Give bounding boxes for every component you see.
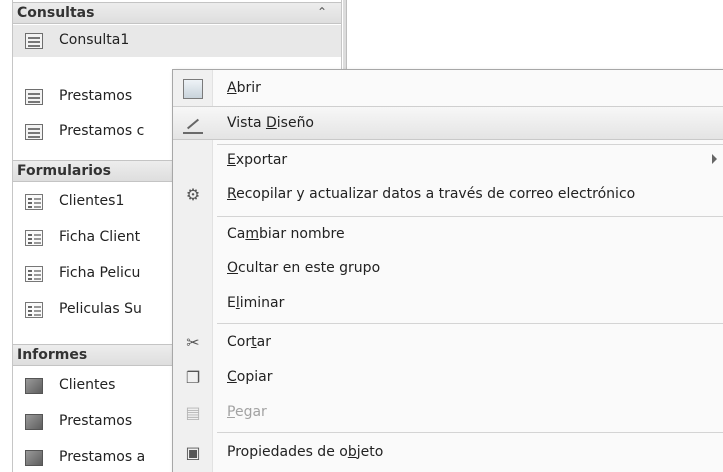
group-header-consultas[interactable]: Consultas ⌃ <box>13 2 341 24</box>
group-title: Formularios <box>17 163 111 179</box>
menu-item-label: Pegar <box>227 404 267 420</box>
menu-item-copy[interactable]: ❐ Copiar <box>173 361 723 395</box>
menu-item-label: Ocultar en este grupo <box>227 260 381 276</box>
copy-icon: ❐ <box>185 368 201 387</box>
open-icon <box>183 79 203 99</box>
menu-item-label: Eliminar <box>227 295 285 311</box>
report-icon <box>25 378 43 394</box>
query-icon <box>25 33 43 49</box>
query-icon <box>25 89 43 105</box>
menu-item-delete[interactable]: Eliminar <box>173 287 723 321</box>
group-title: Informes <box>17 347 88 363</box>
menu-item-collect-data[interactable]: ⚙ Recopilar y actualizar datos a través … <box>173 178 723 212</box>
menu-item-label: Exportar <box>227 152 288 168</box>
paste-icon: ▤ <box>185 403 201 422</box>
form-icon <box>25 266 43 282</box>
form-icon <box>25 194 43 210</box>
scissors-icon: ✂ <box>186 333 200 352</box>
menu-item-rename[interactable]: Cambiar nombre <box>173 218 723 252</box>
menu-item-paste: ▤ Pegar <box>173 396 723 430</box>
menu-item-label: Cambiar nombre <box>227 226 345 242</box>
nav-item-label: Consulta1 <box>59 32 130 48</box>
context-menu: Abrir Vista Diseño Exportar ⚙ Recopilar … <box>172 69 723 472</box>
email-gears-icon: ⚙ <box>185 185 201 204</box>
nav-item-label: Prestamos c <box>59 123 145 139</box>
menu-item-label: Cortar <box>227 334 271 350</box>
nav-item-label: Peliculas Su <box>59 301 142 317</box>
nav-item-label: Prestamos <box>59 88 133 104</box>
nav-item-label: Prestamos <box>59 413 133 429</box>
form-icon <box>25 302 43 318</box>
nav-item-label: Clientes1 <box>59 193 125 209</box>
menu-item-hide-in-group[interactable]: Ocultar en este grupo <box>173 252 723 286</box>
menu-item-design-view[interactable]: Vista Diseño <box>173 106 723 140</box>
menu-item-object-properties[interactable]: ▣ Propiedades de objeto <box>173 436 723 470</box>
nav-item-label: Prestamos a <box>59 449 146 465</box>
menu-separator <box>217 216 723 217</box>
menu-item-label: Abrir <box>227 80 261 96</box>
menu-item-export[interactable]: Exportar <box>173 144 723 178</box>
menu-item-label: Recopilar y actualizar datos a través de… <box>227 186 636 202</box>
collapse-chevron-icon[interactable]: ⌃ <box>317 5 327 19</box>
report-icon <box>25 414 43 430</box>
nav-item-label: Clientes <box>59 377 116 393</box>
query-icon <box>25 124 43 140</box>
menu-separator <box>217 432 723 433</box>
menu-item-label: Propiedades de objeto <box>227 444 384 460</box>
report-icon <box>25 450 43 466</box>
nav-item-query[interactable]: Consulta1 <box>13 25 341 57</box>
nav-item-label: Ficha Pelicu <box>59 265 141 281</box>
form-icon <box>25 230 43 246</box>
nav-item-label: Ficha Client <box>59 229 141 245</box>
menu-item-cut[interactable]: ✂ Cortar <box>173 326 723 360</box>
menu-item-open[interactable]: Abrir <box>173 72 723 106</box>
group-title: Consultas <box>17 5 95 21</box>
menu-item-label: Vista Diseño <box>227 115 315 131</box>
menu-item-label: Copiar <box>227 369 273 385</box>
properties-icon: ▣ <box>185 443 201 462</box>
menu-separator <box>217 323 723 324</box>
design-view-icon <box>183 114 203 134</box>
submenu-arrow-icon <box>712 154 717 164</box>
